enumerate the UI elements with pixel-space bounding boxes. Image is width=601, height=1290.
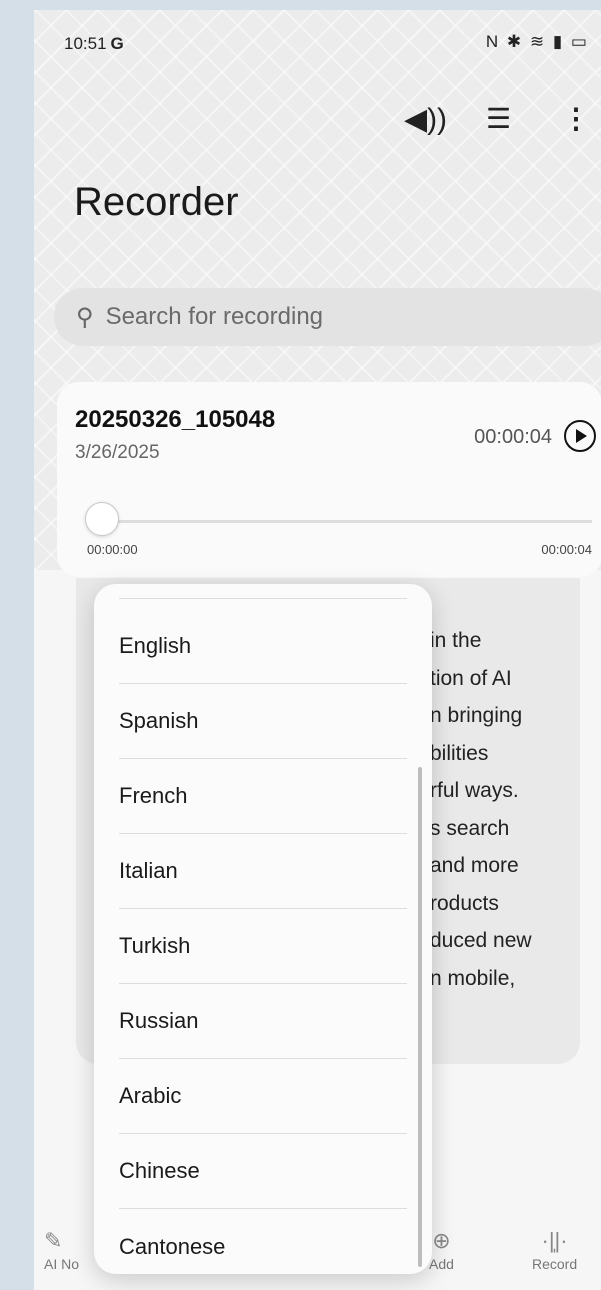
playback-knob[interactable] — [85, 502, 119, 536]
summary-line: roducts — [430, 891, 499, 915]
summary-line: tion of AI — [430, 666, 512, 690]
search-placeholder: Search for recording — [105, 303, 324, 330]
nav-ai-notes-label: AI No — [44, 1256, 80, 1272]
search-icon: ⚲ — [76, 303, 94, 331]
language-dropdown[interactable]: English Spanish French Italian Turkish R… — [94, 584, 432, 1274]
position-end: 00:00:04 — [541, 542, 592, 557]
language-option[interactable]: Italian — [119, 834, 407, 909]
status-time: 10:51 G — [64, 34, 124, 53]
summary-line: n bringing — [430, 704, 523, 727]
nav-add-label: Add — [429, 1256, 454, 1272]
recording-name: 20250326_105048 — [75, 406, 276, 433]
nav-record-label: Record — [532, 1256, 578, 1272]
carrier-label: G — [110, 34, 124, 53]
recording-date: 3/26/2025 — [75, 442, 160, 463]
nav-add[interactable]: ⊕ Add — [429, 1228, 454, 1272]
sort-icon[interactable]: ☰ — [486, 102, 511, 135]
divider — [119, 598, 407, 599]
summary-line: bilities — [430, 741, 489, 765]
pen-icon: ✎ — [44, 1228, 63, 1253]
play-icon[interactable] — [564, 420, 596, 452]
add-icon: ⊕ — [432, 1228, 451, 1253]
language-option[interactable]: Turkish — [119, 909, 407, 984]
summary-line: s search — [430, 816, 510, 840]
summary-line: rful ways. — [430, 779, 519, 802]
summary-line: and more — [430, 854, 519, 877]
nav-ai-notes[interactable]: ✎ AI No — [44, 1228, 79, 1272]
nav-record[interactable]: ·|̩|· Record — [532, 1228, 577, 1272]
language-option[interactable]: French — [119, 759, 407, 834]
playback-track[interactable] — [87, 520, 592, 523]
summary-line: n mobile, — [430, 966, 516, 990]
language-option[interactable]: English — [119, 609, 407, 684]
language-option[interactable]: Russian — [119, 984, 407, 1059]
summary-line: duced new — [430, 929, 532, 952]
summary-text: in the tion of AI n bringing bilities rf… — [430, 622, 532, 997]
position-start: 00:00:00 — [87, 542, 138, 557]
search-input[interactable]: ⚲ Search for recording — [54, 288, 601, 346]
language-option[interactable]: Spanish — [119, 684, 407, 759]
recording-duration: 00:00:04 — [474, 426, 552, 448]
language-option[interactable]: Chinese — [119, 1134, 407, 1209]
phone-screen: 10:51 G N ✱ ≋ ▮ ▭ ◀)) ☰ ⋮ Recorder ⚲ Sear… — [34, 10, 601, 1290]
language-option[interactable]: Arabic — [119, 1059, 407, 1134]
waveform-icon: ·|̩|· — [541, 1228, 568, 1253]
language-option[interactable]: Cantonese — [119, 1209, 407, 1274]
status-icons: N ✱ ≋ ▮ ▭ — [485, 32, 589, 51]
more-icon[interactable]: ⋮ — [562, 102, 590, 135]
speaker-icon[interactable]: ◀)) — [404, 102, 447, 137]
summary-line: in the — [430, 629, 482, 652]
recording-card[interactable]: 20250326_105048 3/26/2025 00:00:04 00:00… — [57, 382, 601, 577]
page-title: Recorder — [74, 180, 239, 224]
scrollbar[interactable] — [418, 767, 422, 1267]
